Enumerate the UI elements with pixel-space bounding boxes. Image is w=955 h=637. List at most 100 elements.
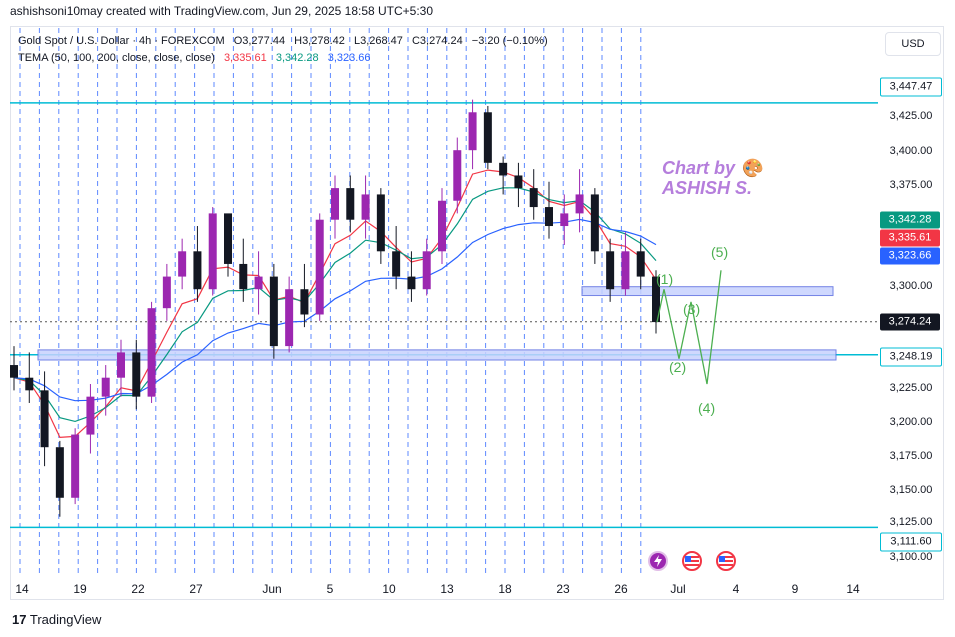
tema2-value: 3,342.28: [275, 52, 319, 64]
tema3-value: 3,323.66: [327, 52, 371, 64]
candle-body: [239, 263, 248, 290]
price-tick: 3,300.00: [889, 280, 933, 292]
currency-button[interactable]: USD: [885, 32, 941, 56]
tema-green-badge: 3,342.28: [880, 211, 940, 229]
date-tick: 14: [15, 582, 29, 596]
candle-body: [590, 194, 599, 252]
price-tick: 3,425.00: [889, 110, 933, 122]
candle-body: [560, 213, 569, 227]
us-flag-icon: [685, 556, 699, 566]
candle-body: [392, 251, 401, 277]
candle-body: [575, 194, 584, 214]
supply-demand-zone: [37, 349, 837, 361]
tema1-value: 3,335.61: [223, 52, 267, 64]
candle-body: [269, 276, 278, 347]
indicator-legend[interactable]: TEMA (50, 100, 200, close, close, close)…: [18, 52, 377, 64]
candle-body: [147, 308, 156, 397]
candle-body: [361, 194, 370, 220]
candle-body: [545, 207, 553, 227]
date-tick: 10: [382, 582, 396, 596]
candle-body: [178, 251, 187, 277]
candle-body: [224, 213, 232, 264]
date-tick: 18: [498, 582, 512, 596]
date-tick: 4: [732, 582, 740, 596]
indicator-name: TEMA (50, 100, 200, close, close, close): [18, 52, 215, 64]
candle-body: [285, 289, 294, 347]
open-value: O3,277.44: [233, 35, 286, 47]
candle-body: [208, 213, 217, 290]
price-tick: 3,150.00: [889, 484, 933, 496]
tema-red-badge: 3,335.61: [880, 229, 940, 247]
price-tick: 3,100.00: [889, 551, 933, 563]
candle-body: [86, 396, 95, 435]
date-tick: Jun: [262, 582, 282, 596]
candle-body: [422, 251, 431, 290]
wave-label-4: (4): [698, 400, 716, 416]
candle-body: [438, 200, 446, 252]
lightning-icon: [654, 555, 662, 567]
wave-label-1: (1): [656, 271, 674, 287]
price-tick: 3,400.00: [889, 145, 933, 157]
tradingview-logo[interactable]: 17 TradingView: [12, 612, 101, 627]
tema-blue-badge: 3,323.66: [880, 247, 940, 265]
last-price-badge: 3,274.24: [880, 313, 940, 331]
price-chart[interactable]: [0, 0, 955, 637]
candle-body: [621, 251, 630, 290]
event-icon-us-flag-1[interactable]: [682, 551, 702, 571]
candle-body: [300, 289, 309, 315]
candle-body: [101, 377, 110, 397]
symbol-name: Gold Spot / U.S. Dollar · 4h · FOREXCOM: [18, 35, 225, 47]
date-tick: Jul: [670, 582, 686, 596]
watermark-line1: Chart by 🎨: [662, 158, 763, 178]
date-tick: 19: [73, 582, 87, 596]
tema-200-line: [13, 218, 657, 402]
date-tick: 27: [189, 582, 203, 596]
candle-body: [636, 251, 645, 277]
tv-logo-icon: 17: [12, 612, 27, 627]
date-tick: 13: [440, 582, 454, 596]
candle-body: [499, 162, 508, 176]
candle-body: [529, 188, 538, 208]
price-tick: 3,225.00: [889, 382, 933, 394]
candle-body: [483, 112, 492, 163]
supply-demand-zone: [581, 286, 834, 297]
candle-body: [40, 390, 49, 448]
tv-brand-text: TradingView: [29, 612, 102, 627]
date-tick: 9: [791, 582, 799, 596]
wave-label-2: (2): [669, 359, 687, 375]
date-tick: 22: [131, 582, 145, 596]
support-badge: 3,248.19: [880, 347, 942, 367]
price-tick: 3,375.00: [889, 179, 933, 191]
candle-body: [71, 434, 80, 498]
candle-body: [162, 276, 171, 309]
candle-body: [376, 194, 385, 252]
price-tick: 3,200.00: [889, 416, 933, 428]
candle-body: [117, 352, 125, 378]
candle-body: [514, 175, 523, 189]
low-value: L3,268.47: [353, 35, 403, 47]
price-tick: 3,175.00: [889, 450, 933, 462]
candle-body: [132, 352, 141, 397]
wave-label-3: (3): [683, 301, 701, 317]
change-value: −3.20 (−0.10%): [471, 35, 548, 47]
bottom-level-badge: 3,111.60: [880, 532, 942, 552]
candle-body: [346, 188, 355, 220]
date-tick: 26: [614, 582, 628, 596]
watermark-line2: ASHISH S.: [662, 178, 753, 198]
close-value: C3,274.24: [411, 35, 463, 47]
event-icon-earnings[interactable]: [648, 551, 668, 571]
candle-body: [331, 188, 339, 220]
us-flag-icon: [719, 556, 733, 566]
candle-body: [453, 150, 462, 201]
top-level-badge: 3,447.47: [880, 77, 942, 97]
symbol-legend[interactable]: Gold Spot / U.S. Dollar · 4h · FOREXCOM …: [18, 35, 554, 47]
candle-body: [468, 112, 477, 151]
wave-label-5: (5): [711, 244, 729, 260]
candle-body: [315, 219, 324, 315]
candle-body: [25, 377, 34, 391]
candle-body: [254, 276, 263, 290]
date-tick: 14: [846, 582, 860, 596]
event-icon-us-flag-2[interactable]: [716, 551, 736, 571]
watermark: Chart by 🎨 ASHISH S.: [662, 158, 762, 198]
candle-body: [606, 251, 615, 290]
